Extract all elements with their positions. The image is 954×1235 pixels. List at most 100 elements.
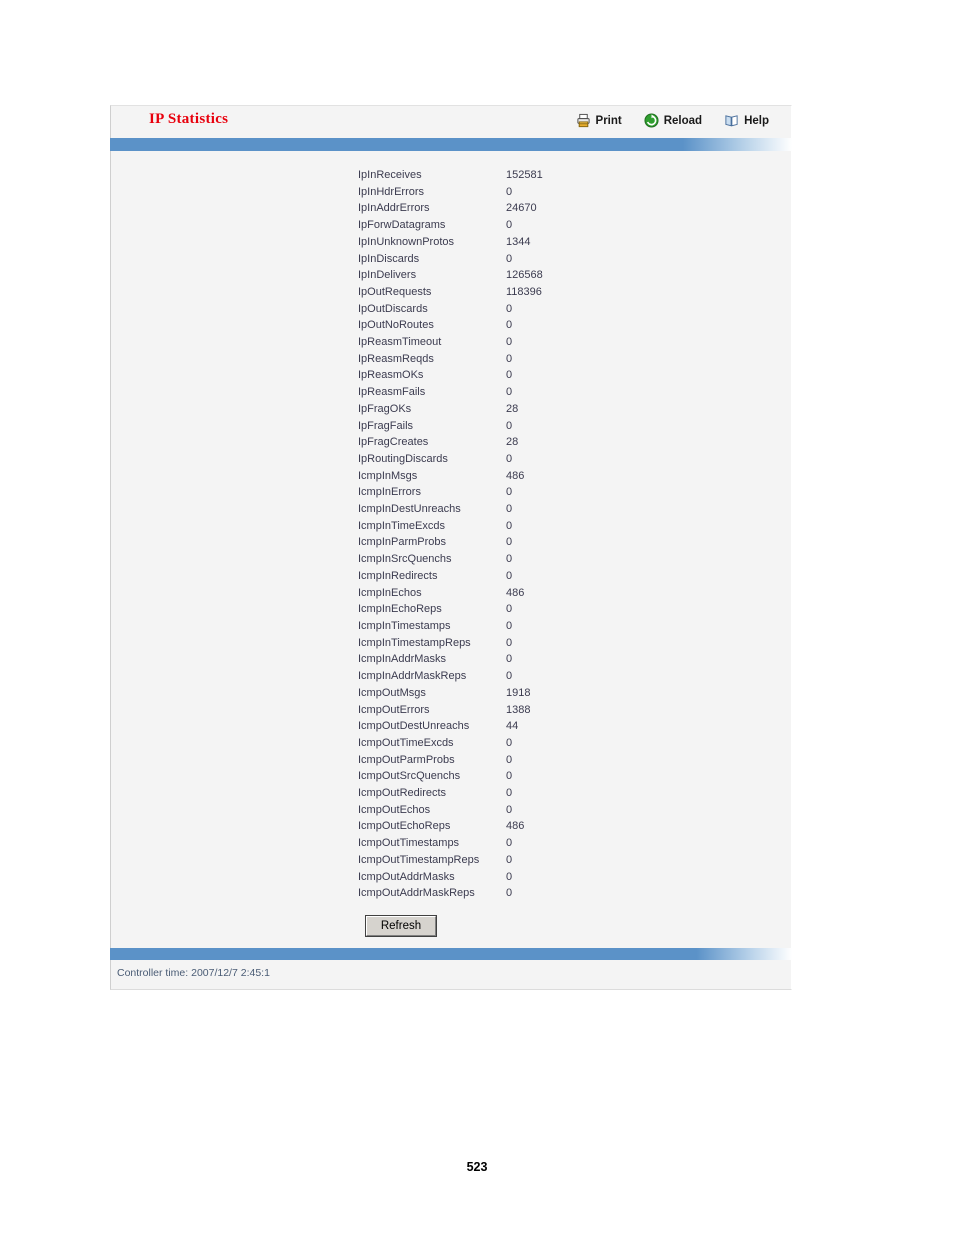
table-row: IcmpOutTimestampReps 0 xyxy=(358,852,616,869)
stat-value: 0 xyxy=(506,369,513,382)
stat-label: IcmpOutRedirects xyxy=(358,787,447,800)
table-row: IcmpOutTimestamps 0 xyxy=(358,835,616,852)
stat-value: 0 xyxy=(506,452,513,465)
stat-value: 0 xyxy=(506,553,513,566)
stat-value: 486 xyxy=(506,820,525,833)
stat-value: 0 xyxy=(506,636,513,649)
stat-value: 0 xyxy=(506,569,513,582)
stat-label: IcmpOutTimestamps xyxy=(358,837,460,850)
stat-value: 1344 xyxy=(506,235,531,248)
stat-value: 0 xyxy=(506,803,513,816)
stat-label: IpInDelivers xyxy=(358,269,417,282)
stat-value: 0 xyxy=(506,603,513,616)
table-row: IpReasmTimeout 0 xyxy=(358,334,616,351)
table-row: IcmpOutAddrMasks 0 xyxy=(358,869,616,886)
stat-label: IpFragCreates xyxy=(358,436,429,449)
table-row: IpOutRequests 118396 xyxy=(358,284,616,301)
stat-value: 0 xyxy=(506,386,513,399)
stat-value: 0 xyxy=(506,352,513,365)
help-button[interactable]: Help xyxy=(724,113,769,128)
stat-label: IcmpInMsgs xyxy=(358,469,418,482)
controller-time: Controller time: 2007/12/7 2:45:1 xyxy=(117,966,270,979)
table-row: IpReasmOKs 0 xyxy=(358,367,616,384)
table-row: IpFragFails 0 xyxy=(358,418,616,435)
table-row: IcmpInAddrMasks 0 xyxy=(358,651,616,668)
stat-value: 1388 xyxy=(506,703,531,716)
stat-label: IpReasmFails xyxy=(358,386,426,399)
help-label: Help xyxy=(744,114,769,127)
statistics-body: IpInReceives 152581 IpInHdrErrors 0 IpInAddr… xyxy=(110,151,792,948)
table-row: IcmpInAddrMaskReps 0 xyxy=(358,668,616,685)
stat-value: 1918 xyxy=(506,686,531,699)
table-row: IpRoutingDiscards 0 xyxy=(358,451,616,468)
stat-value: 126568 xyxy=(506,269,543,282)
stat-label: IcmpInEchoReps xyxy=(358,603,442,616)
reload-label: Reload xyxy=(663,114,703,127)
stat-label: IpInReceives xyxy=(358,169,422,181)
printer-icon xyxy=(576,113,591,128)
page-number: 523 xyxy=(466,1160,488,1174)
stat-label: IcmpOutParmProbs xyxy=(358,753,455,766)
refresh-button[interactable]: Refresh xyxy=(364,914,438,937)
table-row: IcmpOutTimeExcds 0 xyxy=(358,735,616,752)
stat-value: 486 xyxy=(506,586,525,599)
table-row: IcmpOutAddrMaskReps 0 xyxy=(358,885,616,902)
table-row: IpReasmFails 0 xyxy=(358,384,616,401)
table-row: IcmpOutMsgs 1918 xyxy=(358,685,616,702)
stat-value: 486 xyxy=(506,469,525,482)
table-row: IpFragCreates 28 xyxy=(358,434,616,451)
stat-label: IcmpOutEchoReps xyxy=(358,820,451,833)
footer-accent-bar xyxy=(110,947,792,960)
stat-value: 118396 xyxy=(506,285,542,298)
table-row: IcmpOutDestUnreachs 44 xyxy=(358,718,616,735)
table-row: IcmpOutEchoReps 486 xyxy=(358,818,616,835)
stat-value: 152581 xyxy=(506,169,543,181)
table-row: IpInReceives 152581 xyxy=(358,167,616,184)
table-row: IcmpInDestUnreachs 0 xyxy=(358,501,616,518)
table-row: IpReasmReqds 0 xyxy=(358,351,616,368)
table-row: IcmpInErrors 0 xyxy=(358,484,616,501)
print-button[interactable]: Print xyxy=(576,113,622,128)
table-row: IcmpInTimestampReps 0 xyxy=(358,635,616,652)
stat-label: IcmpOutErrors xyxy=(358,703,430,716)
table-row: IpInHdrErrors 0 xyxy=(358,184,616,201)
stat-value: 0 xyxy=(506,870,513,883)
stat-value: 28 xyxy=(506,402,519,415)
stat-label: IcmpOutEchos xyxy=(358,803,431,816)
stat-value: 0 xyxy=(506,336,513,349)
stat-label: IpReasmOKs xyxy=(358,369,424,382)
page-title: IP Statistics xyxy=(149,111,229,127)
table-row: IpForwDatagrams 0 xyxy=(358,217,616,234)
stat-label: IcmpOutAddrMasks xyxy=(358,870,455,883)
stat-label: IcmpOutSrcQuenchs xyxy=(358,770,461,783)
panel-titlebar: IP Statistics Print Reload Help xyxy=(110,105,792,138)
stat-value: 0 xyxy=(506,185,513,198)
stat-label: IcmpOutTimestampReps xyxy=(358,853,480,866)
stat-label: IpReasmTimeout xyxy=(358,336,442,349)
stat-label: IcmpInDestUnreachs xyxy=(358,503,461,516)
stat-label: IcmpOutTimeExcds xyxy=(358,736,454,749)
panel-toolbar: Print Reload Help xyxy=(576,113,769,128)
stat-label: IcmpOutMsgs xyxy=(358,686,426,699)
stat-label: IcmpInErrors xyxy=(358,486,421,499)
stat-label: IcmpInEchos xyxy=(358,586,422,599)
reload-button[interactable]: Reload xyxy=(644,113,702,128)
stat-value: 0 xyxy=(506,787,513,800)
stat-label: IpInDiscards xyxy=(358,252,420,265)
stat-label: IpInHdrErrors xyxy=(358,185,425,198)
stat-label: IpInAddrErrors xyxy=(358,202,430,215)
stat-value: 0 xyxy=(506,536,513,549)
table-row: IpInAddrErrors 24670 xyxy=(358,200,616,217)
stat-label: IcmpOutDestUnreachs xyxy=(358,720,470,733)
stat-value: 24670 xyxy=(506,202,537,215)
table-row: IpInDelivers 126568 xyxy=(358,267,616,284)
stat-value: 0 xyxy=(506,519,513,532)
stat-label: IcmpInTimeExcds xyxy=(358,519,446,532)
stat-value: 0 xyxy=(506,736,513,749)
table-row: IpInDiscards 0 xyxy=(358,251,616,268)
stat-label: IpRoutingDiscards xyxy=(358,452,448,465)
stat-value: 0 xyxy=(506,219,513,232)
stat-value: 44 xyxy=(506,720,519,733)
ip-statistics-panel: IP Statistics Print Reload Help IpInRece… xyxy=(110,105,792,990)
stat-label: IcmpInParmProbs xyxy=(358,536,447,549)
